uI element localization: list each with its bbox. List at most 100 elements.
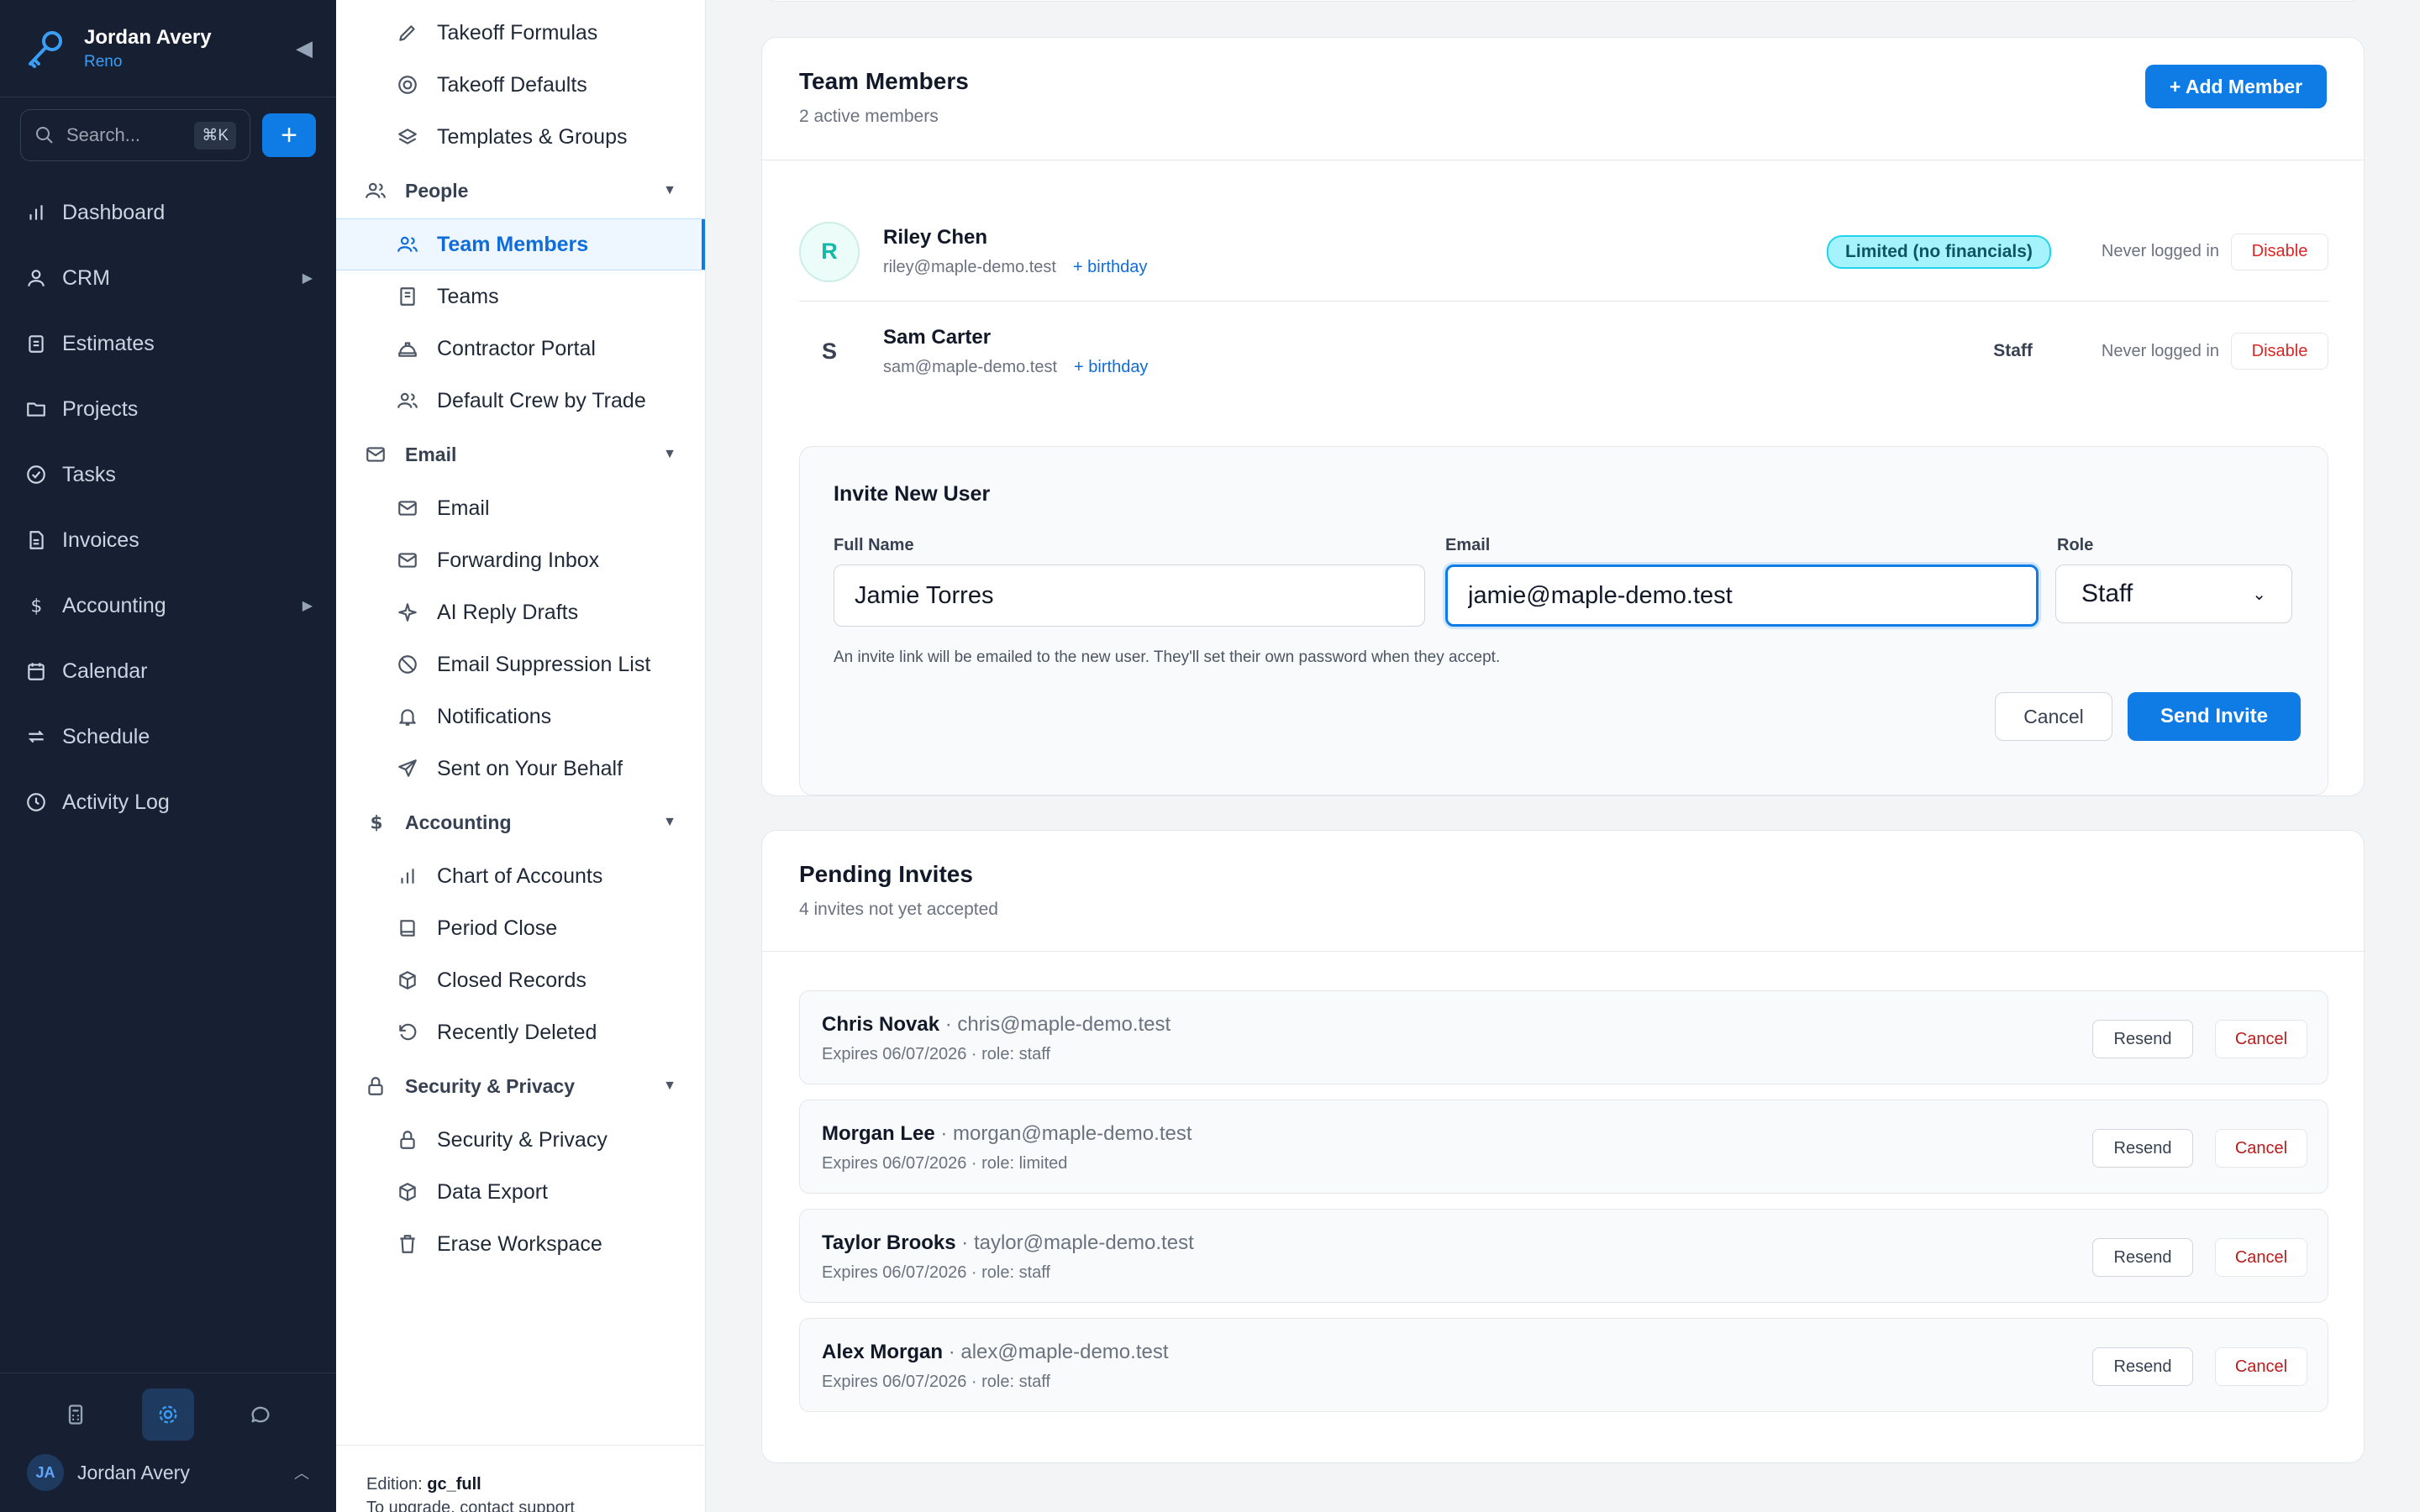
calculator-button[interactable] [50,1389,102,1441]
search-input[interactable]: Search... ⌘K [20,109,250,161]
disable-member-button[interactable]: Disable [2231,333,2328,370]
submenu-item-label: Takeoff Defaults [437,72,587,97]
resend-invite-button[interactable]: Resend [2092,1347,2193,1386]
invite-name: Taylor Brooks [822,1231,956,1254]
sidebar-header: Jordan Avery Reno ◀ [0,0,336,97]
submenu-item-takeoff-defaults[interactable]: Takeoff Defaults [336,59,705,111]
submenu-item-label: Security & Privacy [437,1127,608,1152]
collapse-triangle-icon: ▼ [663,447,676,461]
pending-invite-row: Alex Morgan · alex@maple-demo.test Expir… [799,1318,2328,1412]
submenu-item-closed-records[interactable]: Closed Records [336,954,705,1006]
member-info: Riley Chen riley@maple-demo.test + birth… [883,226,1147,277]
submenu-item-data-export[interactable]: Data Export [336,1166,705,1218]
send-icon [398,759,417,777]
submenu-item-default-crew[interactable]: Default Crew by Trade [336,375,705,427]
submenu-item-teams[interactable]: Teams [336,270,705,323]
sidebar-item-dashboard[interactable]: Dashboard [0,180,336,245]
sidebar-item-schedule[interactable]: Schedule [0,704,336,769]
add-member-button[interactable]: + Add Member [2145,65,2327,108]
submenu-item-team-members[interactable]: Team Members [336,218,705,270]
email-input[interactable] [1445,564,2039,627]
submenu-item-ai-reply-drafts[interactable]: AI Reply Drafts [336,586,705,638]
resend-invite-button[interactable]: Resend [2092,1020,2193,1058]
main-sidebar: Jordan Avery Reno ◀ Search... ⌘K + Dashb… [0,0,336,1512]
submenu-group-label: Security & Privacy [405,1074,576,1097]
submenu-group-accounting[interactable]: $ Accounting ▼ [336,795,705,850]
full-name-input[interactable] [834,564,1425,627]
role-badge[interactable]: Limited (no financials) [1827,234,2051,269]
submenu-item-contractor-portal[interactable]: Contractor Portal [336,323,705,375]
chat-button[interactable] [234,1389,287,1441]
invite-identity: Taylor Brooks · taylor@maple-demo.test [822,1231,1194,1255]
clipboard-icon [29,335,44,353]
submenu-item-label: AI Reply Drafts [437,600,579,624]
resend-invite-button[interactable]: Resend [2092,1129,2193,1168]
role-label[interactable]: Staff [1993,341,2033,361]
submenu-item-chart-of-accounts[interactable]: Chart of Accounts [336,850,705,902]
submenu-item-sent-on-behalf[interactable]: Sent on Your Behalf [336,743,705,795]
sidebar-item-accounting[interactable]: $ Accounting ▶ [0,573,336,638]
submenu-item-erase-workspace[interactable]: Erase Workspace [336,1218,705,1270]
submenu-item-email-suppression[interactable]: Email Suppression List [336,638,705,690]
submenu-item-takeoff-formulas[interactable]: Takeoff Formulas [336,7,705,59]
submenu-item-recently-deleted[interactable]: Recently Deleted [336,1006,705,1058]
expand-arrow-icon: ▶ [302,599,313,613]
submenu-group-email[interactable]: Email ▼ [336,427,705,482]
collapse-triangle-icon: ▼ [663,815,676,829]
sidebar-item-label: Calendar [62,659,148,683]
upgrade-hint: To upgrade, contact support [366,1499,575,1512]
edition-label: Edition: [366,1475,423,1494]
sidebar-item-tasks[interactable]: Tasks [0,442,336,507]
submenu-item-label: Data Export [437,1179,549,1204]
cancel-invite-button[interactable]: Cancel [2215,1238,2307,1277]
search-shortcut-badge: ⌘K [194,121,236,150]
quick-add-button[interactable]: + [262,113,316,157]
sidebar-user-menu[interactable]: JA Jordan Avery ︿ [0,1454,336,1491]
sidebar-item-label: Accounting [62,593,166,617]
cancel-invite-button[interactable]: Cancel [1995,692,2112,741]
submenu-item-period-close[interactable]: Period Close [336,902,705,954]
submenu-group-label: Accounting [405,811,512,833]
submenu-item-email[interactable]: Email [336,482,705,534]
member-actions: Limited (no financials) Never logged in … [1827,233,2328,270]
last-login-status: Never logged in [2101,341,2219,360]
submenu-item-label: Sent on Your Behalf [437,756,623,780]
submenu-group-people[interactable]: People ▼ [336,163,705,218]
sidebar-item-estimates[interactable]: Estimates [0,311,336,376]
submenu-group-security[interactable]: Security & Privacy ▼ [336,1058,705,1114]
cancel-invite-button[interactable]: Cancel [2215,1129,2307,1168]
submenu-item-notifications[interactable]: Notifications [336,690,705,743]
send-invite-button[interactable]: Send Invite [2128,692,2301,741]
submenu-item-templates-groups[interactable]: Templates & Groups [336,111,705,163]
member-row: S Sam Carter sam@maple-demo.test + birth… [799,302,2328,401]
sidebar-item-calendar[interactable]: Calendar [0,638,336,704]
add-birthday-link[interactable]: + birthday [1074,358,1148,377]
sidebar-item-activity-log[interactable]: Activity Log [0,769,336,835]
search-icon [36,127,53,144]
mail-icon [366,447,385,462]
team-members-title: Team Members [799,68,969,94]
cancel-invite-button[interactable]: Cancel [2215,1020,2307,1058]
box-icon [399,1183,416,1201]
sidebar-item-invoices[interactable]: Invoices [0,507,336,573]
add-birthday-link[interactable]: + birthday [1073,258,1147,277]
sidebar-item-crm[interactable]: CRM ▶ [0,245,336,311]
collapse-sidebar-icon[interactable]: ◀ [296,35,313,61]
box-icon [399,971,416,990]
settings-button[interactable] [142,1389,194,1441]
disable-member-button[interactable]: Disable [2231,233,2328,270]
sidebar-item-label: Projects [62,396,139,421]
sidebar-item-label: Dashboard [62,200,166,224]
last-login-status: Never logged in [2101,242,2219,260]
sidebar-item-projects[interactable]: Projects [0,376,336,442]
resend-invite-button[interactable]: Resend [2092,1238,2193,1277]
submenu-item-forwarding-inbox[interactable]: Forwarding Inbox [336,534,705,586]
previous-card-bottom [761,0,2365,2]
submenu-item-label: Closed Records [437,968,587,992]
cancel-invite-button[interactable]: Cancel [2215,1347,2307,1386]
sidebar-footer-tools [0,1389,336,1441]
role-select[interactable]: Staff ⌄ [2055,564,2292,623]
member-email: riley@maple-demo.test [883,258,1056,276]
invite-meta: Expires 06/07/2026 · role: staff [822,1373,1051,1391]
submenu-item-security-privacy[interactable]: Security & Privacy [336,1114,705,1166]
